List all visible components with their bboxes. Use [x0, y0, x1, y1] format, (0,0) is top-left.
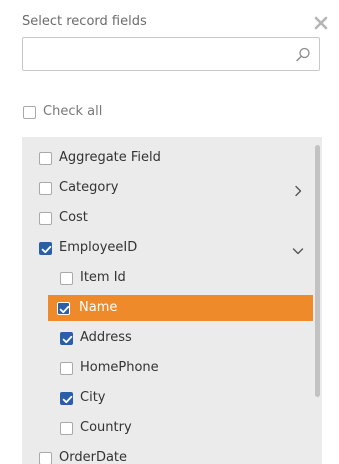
field-row-city[interactable]: City	[22, 385, 312, 411]
check-all-option[interactable]: Check all	[22, 102, 142, 122]
field-label: Name	[79, 300, 118, 315]
field-checkbox[interactable]	[60, 422, 73, 435]
field-checkbox[interactable]	[60, 362, 73, 375]
close-icon[interactable]	[313, 15, 329, 31]
field-row-aggregate-field[interactable]: Aggregate Field	[22, 145, 312, 171]
field-label: OrderDate	[59, 450, 128, 464]
field-label: Country	[80, 420, 132, 435]
chevron-down-icon[interactable]	[292, 242, 304, 255]
search-input[interactable]	[29, 42, 289, 66]
field-list: Aggregate Field Category Cost EmployeeID Ite…	[22, 137, 322, 464]
chevron-right-icon[interactable]	[292, 182, 304, 197]
field-checkbox[interactable]	[57, 302, 70, 315]
field-label: HomePhone	[80, 360, 159, 375]
search-icon[interactable]	[294, 46, 312, 64]
record-fields-dialog: Select record fields Check all Aggregate…	[0, 0, 339, 464]
field-checkbox[interactable]	[60, 332, 73, 345]
field-checkbox[interactable]	[39, 152, 52, 165]
field-row-homephone[interactable]: HomePhone	[22, 355, 312, 381]
field-label: EmployeeID	[59, 240, 138, 255]
field-row-orderdate[interactable]: OrderDate	[22, 445, 312, 464]
field-checkbox[interactable]	[39, 182, 52, 195]
field-row-country[interactable]: Country	[22, 415, 312, 441]
field-row-item-id[interactable]: Item Id	[22, 265, 312, 291]
dialog-title: Select record fields	[22, 14, 147, 29]
check-all-label: Check all	[43, 104, 103, 119]
field-label: City	[80, 390, 106, 405]
field-row-address[interactable]: Address	[22, 325, 312, 351]
list-scrollbar[interactable]	[315, 145, 320, 397]
field-checkbox[interactable]	[39, 242, 52, 255]
check-all-checkbox[interactable]	[23, 106, 36, 119]
field-label: Address	[80, 330, 132, 345]
field-label: Aggregate Field	[59, 150, 161, 165]
field-row-name[interactable]: Name	[48, 295, 313, 321]
field-label: Cost	[59, 210, 88, 225]
field-checkbox[interactable]	[39, 452, 52, 464]
field-checkbox[interactable]	[60, 392, 73, 405]
field-checkbox[interactable]	[60, 272, 73, 285]
field-label: Item Id	[80, 270, 126, 285]
field-row-employeeid[interactable]: EmployeeID	[22, 235, 312, 261]
field-row-cost[interactable]: Cost	[22, 205, 312, 231]
search-box	[22, 37, 320, 71]
field-label: Category	[59, 180, 119, 195]
field-row-category[interactable]: Category	[22, 175, 312, 201]
field-checkbox[interactable]	[39, 212, 52, 225]
